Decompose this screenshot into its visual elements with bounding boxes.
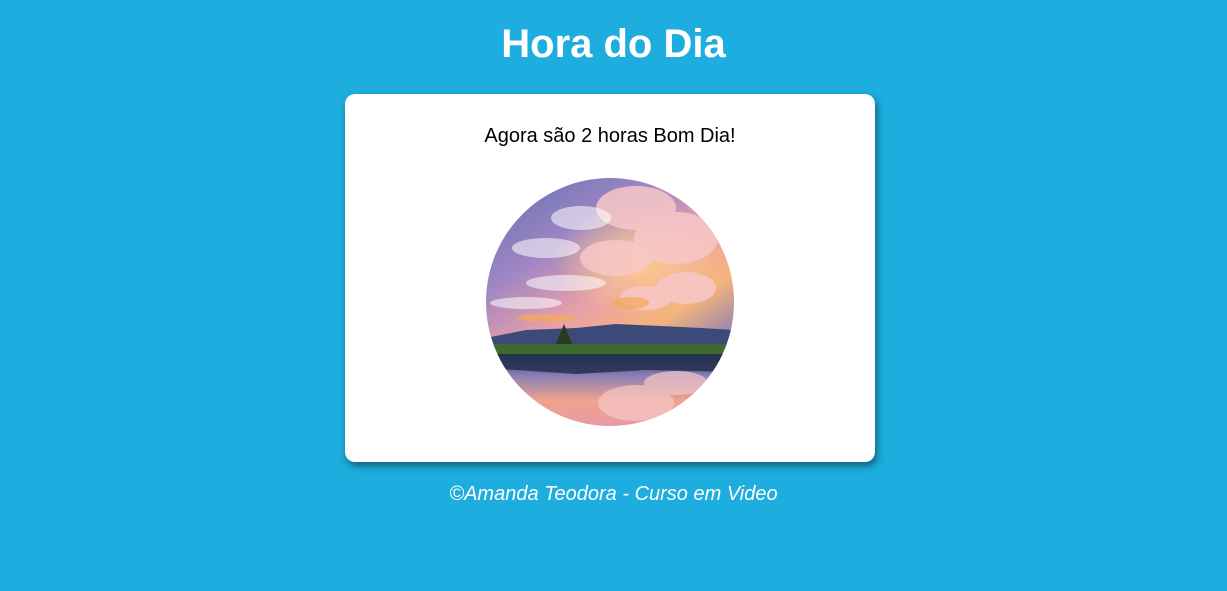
morning-sky-image — [486, 178, 734, 426]
morning-photo — [486, 178, 734, 426]
page-title: Hora do Dia — [501, 22, 726, 66]
time-card: Agora são 2 horas Bom Dia! — [345, 94, 875, 462]
time-greeting-message: Agora são 2 horas Bom Dia! — [484, 125, 736, 147]
footer-credit: ©Amanda Teodora - Curso em Video — [449, 483, 778, 505]
